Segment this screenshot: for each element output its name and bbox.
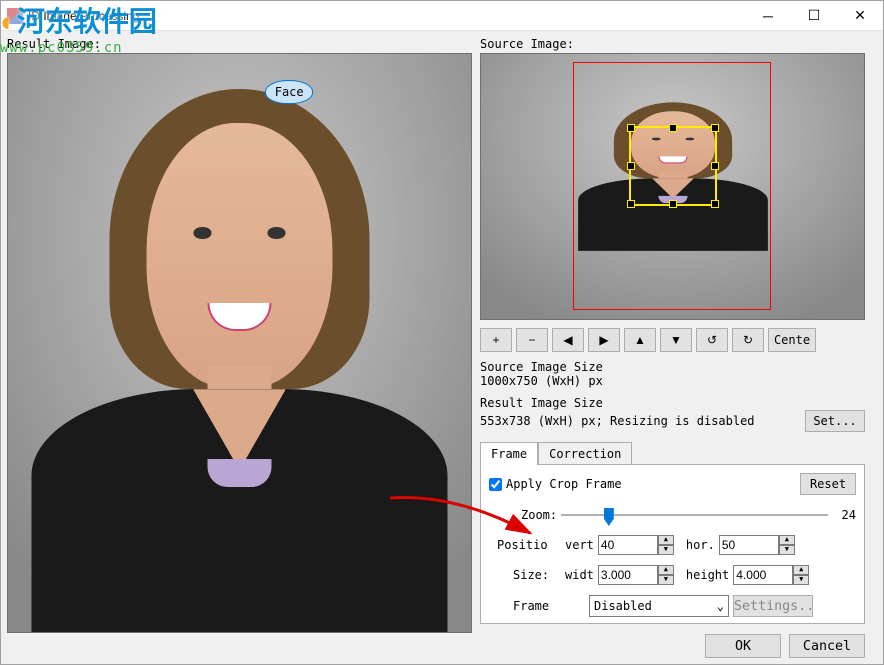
hor-input[interactable]: [719, 535, 779, 555]
hor-spin-up[interactable]: ▲: [779, 535, 795, 545]
zoom-out-button[interactable]: −: [516, 328, 548, 352]
vert-spin-up[interactable]: ▲: [658, 535, 674, 545]
frame-tab-content: Apply Crop Frame Reset Zoom: 24 Positio …: [480, 464, 865, 624]
zoom-in-button[interactable]: +: [480, 328, 512, 352]
set-button[interactable]: Set...: [805, 410, 865, 432]
height-input[interactable]: [733, 565, 793, 585]
result-image: [8, 54, 471, 632]
result-image-frame: [7, 53, 472, 633]
resize-handle[interactable]: [627, 200, 635, 208]
frame-label: Frame: [513, 599, 585, 613]
height-label: height: [686, 568, 729, 582]
apply-crop-checkbox[interactable]: [489, 478, 502, 491]
source-image-frame: [480, 53, 865, 320]
face-detect-button[interactable]: Face: [265, 80, 313, 104]
source-size-value: 1000x750 (WxH) px: [480, 374, 865, 388]
frame-settings-button: Settings..: [733, 595, 813, 617]
result-size-label: Result Image Size: [480, 396, 865, 410]
vert-input[interactable]: [598, 535, 658, 555]
rotate-cw-button[interactable]: ↻: [732, 328, 764, 352]
source-image[interactable]: [481, 54, 864, 319]
source-image-label: Source Image:: [480, 37, 865, 51]
app-icon: [7, 8, 23, 24]
resize-handle[interactable]: [711, 124, 719, 132]
move-up-button[interactable]: ▲: [624, 328, 656, 352]
source-size-label: Source Image Size: [480, 360, 865, 374]
chevron-down-icon: ⌄: [717, 599, 724, 613]
move-down-button[interactable]: ▼: [660, 328, 692, 352]
resize-handle[interactable]: [627, 162, 635, 170]
vert-spin-down[interactable]: ▼: [658, 545, 674, 555]
resize-handle[interactable]: [669, 200, 677, 208]
zoom-slider[interactable]: [561, 505, 828, 525]
titlebar: ID Image Processing ─ ☐ ✕: [1, 1, 883, 31]
resize-handle[interactable]: [711, 200, 719, 208]
reset-button[interactable]: Reset: [800, 473, 856, 495]
cancel-button[interactable]: Cancel: [789, 634, 865, 658]
height-spin-down[interactable]: ▼: [793, 575, 809, 585]
apply-crop-label: Apply Crop Frame: [506, 477, 622, 491]
center-button[interactable]: Cente: [768, 328, 816, 352]
tab-frame[interactable]: Frame: [480, 442, 538, 465]
hor-spin-down[interactable]: ▼: [779, 545, 795, 555]
window-title: ID Image Processing: [28, 9, 745, 23]
zoom-slider-thumb[interactable]: [604, 508, 614, 526]
resize-handle[interactable]: [711, 162, 719, 170]
maximize-button[interactable]: ☐: [791, 1, 837, 31]
main-window: ID Image Processing ─ ☐ ✕ Result Image:: [0, 0, 884, 665]
width-input[interactable]: [598, 565, 658, 585]
height-spin-up[interactable]: ▲: [793, 565, 809, 575]
width-label: widt: [565, 568, 594, 582]
width-spin-down[interactable]: ▼: [658, 575, 674, 585]
resize-handle[interactable]: [669, 124, 677, 132]
size-label: Size:: [513, 568, 561, 582]
result-image-label: Result Image:: [7, 37, 472, 51]
rotate-ccw-button[interactable]: ↺: [696, 328, 728, 352]
close-button[interactable]: ✕: [837, 1, 883, 31]
vert-label: vert: [565, 538, 594, 552]
position-label: Positio: [497, 538, 561, 552]
width-spin-up[interactable]: ▲: [658, 565, 674, 575]
move-right-button[interactable]: ▶: [588, 328, 620, 352]
move-left-button[interactable]: ◀: [552, 328, 584, 352]
hor-label: hor.: [686, 538, 715, 552]
ok-button[interactable]: OK: [705, 634, 781, 658]
source-toolbar: + − ◀ ▶ ▲ ▼ ↺ ↻ Face Cente: [480, 328, 865, 352]
zoom-value: 24: [832, 508, 856, 522]
frame-combo[interactable]: Disabled ⌄: [589, 595, 729, 617]
tab-correction[interactable]: Correction: [538, 442, 632, 465]
result-size-value: 553x738 (WxH) px; Resizing is disabled: [480, 414, 805, 428]
resize-handle[interactable]: [627, 124, 635, 132]
minimize-button[interactable]: ─: [745, 1, 791, 31]
frame-combo-value: Disabled: [594, 599, 652, 613]
face-detect-rect[interactable]: [629, 126, 717, 206]
zoom-label: Zoom:: [521, 508, 557, 522]
